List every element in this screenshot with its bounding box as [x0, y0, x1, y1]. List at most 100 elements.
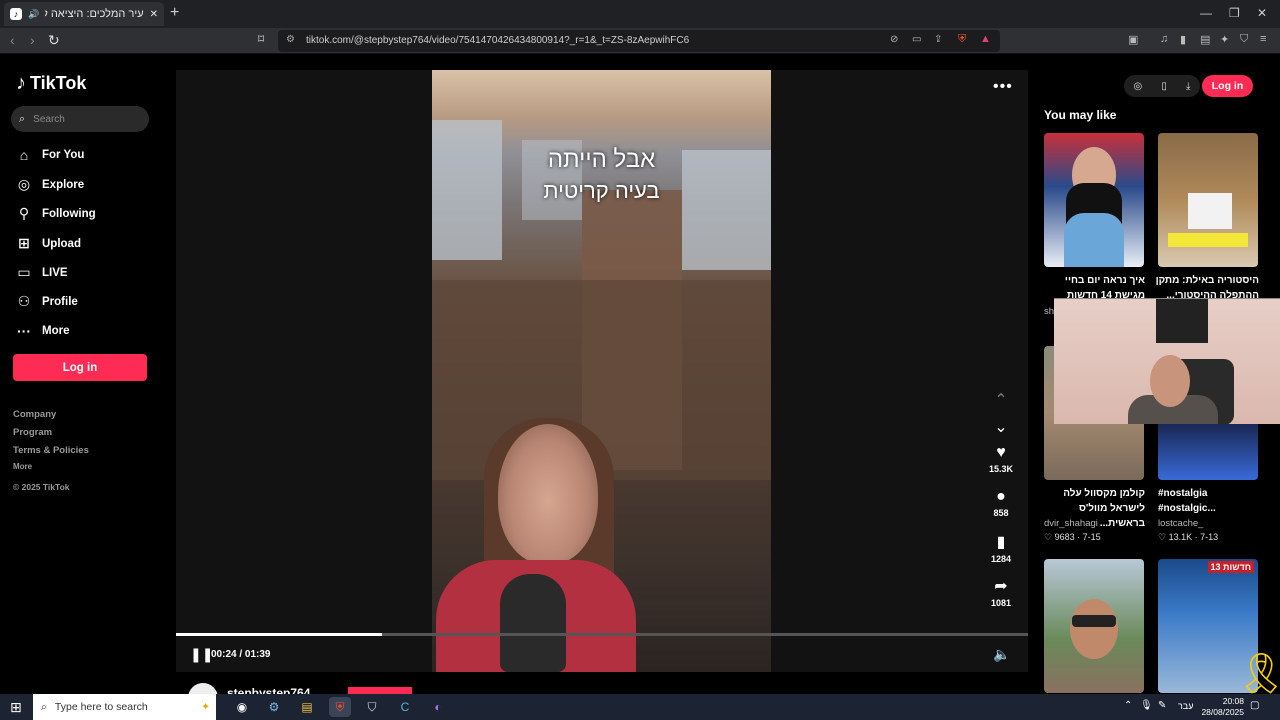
pause-icon[interactable]: ❚❚: [190, 646, 213, 663]
footer-more[interactable]: More: [13, 462, 32, 471]
share-icon[interactable]: ⇪: [934, 34, 942, 45]
brave-shield-icon[interactable]: ⛨: [958, 33, 966, 46]
menu-icon[interactable]: ≡: [1260, 33, 1266, 45]
footer-program[interactable]: Program: [13, 427, 52, 438]
brave-app-icon[interactable]: ⛨: [329, 697, 351, 717]
language-indicator[interactable]: עבר: [1178, 701, 1193, 711]
discord-app-icon[interactable]: ◐: [427, 697, 449, 717]
card-author-3[interactable]: dvir_shahagi: [1044, 518, 1098, 529]
nav-for-you[interactable]: ⌂ For You: [16, 147, 85, 163]
card-author-1[interactable]: sh: [1044, 306, 1054, 317]
share-count: 1081: [990, 598, 1012, 608]
music-icon[interactable]: ♫: [1160, 33, 1168, 45]
microphone-icon[interactable]: 🎙: [1140, 700, 1153, 711]
back-icon[interactable]: ‹: [10, 32, 15, 48]
file-explorer-icon[interactable]: ▤: [296, 697, 318, 717]
shield-app-icon[interactable]: ⛉: [361, 697, 383, 717]
taskbar-search-placeholder: Type here to search: [54, 701, 148, 713]
share-arrow-icon: ➦: [994, 578, 1008, 595]
clock-time: 20:08: [1222, 696, 1244, 706]
more-options-icon[interactable]: •••: [993, 78, 1013, 96]
steam-app-icon[interactable]: ⚙: [263, 697, 285, 717]
recommended-thumbnail-2[interactable]: [1158, 133, 1258, 267]
live-icon: ▭: [17, 264, 31, 280]
footer-copyright: © 2025 TikTok: [13, 482, 70, 492]
sparkle-icon: ✦: [201, 701, 210, 713]
playback-time: 00:24 / 01:39: [211, 649, 271, 660]
search-input[interactable]: ⌕ Search: [11, 106, 149, 132]
new-tab-button[interactable]: +: [170, 4, 179, 22]
volume-icon[interactable]: 🔈: [993, 646, 1010, 663]
chevron-up-icon[interactable]: ⌃: [1124, 700, 1132, 711]
wallet2-icon[interactable]: ▤: [1200, 33, 1210, 46]
nav-more[interactable]: ··· More: [16, 323, 69, 339]
progress-fill: [176, 633, 383, 636]
recommended-thumbnail-1[interactable]: [1044, 133, 1144, 267]
login-button-top[interactable]: Log in: [1202, 75, 1253, 97]
card-stats-3: ♡ 9683 · 7-15: [1044, 532, 1101, 542]
address-toolbar: ‹ › ↻ ⌑ ⚙ tiktok.com/@stepbystep764/vide…: [0, 28, 1280, 54]
download-icon[interactable]: ⤓: [1186, 81, 1190, 92]
sidebar-icon[interactable]: ▮: [1180, 33, 1186, 46]
bookmark-icon[interactable]: ⌑: [258, 32, 264, 46]
man-face: [1070, 599, 1118, 659]
url-field[interactable]: ⚙ tiktok.com/@stepbystep764/video/754147…: [278, 30, 1000, 52]
close-tab-icon[interactable]: ✕: [150, 9, 158, 20]
yellow-ribbon-icon: 🎗: [1236, 652, 1280, 696]
share-button[interactable]: ➦ 1081: [984, 576, 1018, 608]
minimize-button[interactable]: —: [1200, 6, 1212, 20]
cast-icon[interactable]: ▭: [912, 34, 921, 45]
card-title-4[interactable]: #nostalgia #nostalgic...: [1158, 486, 1263, 516]
next-video-button[interactable]: ⌄: [984, 417, 1018, 437]
close-window-button[interactable]: ✕: [1257, 6, 1267, 20]
taskbar-search-input[interactable]: ⌕ Type here to search ✦: [33, 694, 216, 720]
upload-icon: ⊞: [18, 235, 30, 251]
windows-taskbar: ⊞ ⌕ Type here to search ✦ ◉ ⚙ ▤ ⛨ ⛉ C ◐ …: [0, 694, 1280, 720]
sunglasses-icon: [1072, 615, 1116, 627]
pen-icon[interactable]: ✎: [1158, 700, 1166, 711]
leo-icon[interactable]: ✦: [1220, 33, 1229, 46]
login-button-sidebar[interactable]: Log in: [13, 354, 147, 381]
acoustic-panel: [1156, 299, 1208, 343]
recommended-thumbnail-5[interactable]: [1044, 559, 1144, 693]
logo-text: TikTok: [30, 73, 87, 93]
site-info-icon[interactable]: ⚙: [286, 34, 295, 45]
save-count: 1284: [990, 554, 1012, 564]
notification-icon[interactable]: ▢: [1250, 700, 1259, 711]
forward-icon[interactable]: ›: [30, 32, 35, 48]
brave-rewards-icon[interactable]: ▲: [980, 33, 991, 45]
coins-icon[interactable]: ◎: [1134, 81, 1143, 92]
device-icon[interactable]: ▯: [1161, 81, 1167, 92]
speaker-icon[interactable]: 🔊: [28, 9, 39, 20]
browser-tab-bar: ♪ 🔊 עיר המלכים: היציאה לעתיד ב: ✕ + — ❐ …: [0, 0, 1280, 28]
restore-button[interactable]: ❐: [1229, 6, 1240, 20]
bookmark-icon: ▮: [996, 534, 1006, 551]
card-author-4[interactable]: lostcache_: [1158, 518, 1203, 529]
url-text: tiktok.com/@stepbystep764/video/75414704…: [306, 35, 690, 46]
save-button[interactable]: ▮ 1284: [984, 532, 1018, 564]
windows-start-icon[interactable]: ⊞: [10, 699, 22, 716]
nav-profile[interactable]: ⚇ Profile: [16, 293, 78, 310]
news-channel-badge: חדשות 13: [1207, 561, 1254, 573]
nav-live[interactable]: ▭ LIVE: [16, 264, 67, 281]
obs-app-icon[interactable]: ◉: [231, 697, 253, 717]
nav-explore[interactable]: ◎ Explore: [16, 176, 84, 193]
no-tracking-icon[interactable]: ⊘: [890, 34, 898, 45]
footer-terms[interactable]: Terms & Policies: [13, 445, 89, 456]
previous-video-button[interactable]: ⌃: [984, 390, 1018, 410]
nav-following[interactable]: ⚲ Following: [16, 205, 96, 222]
vpn-icon[interactable]: ⛉: [1240, 33, 1248, 46]
like-button[interactable]: ♥ 15.3K: [984, 444, 1018, 474]
comment-button[interactable]: ● 858: [984, 488, 1018, 518]
footer-company[interactable]: Company: [13, 409, 56, 420]
browser-tab[interactable]: ♪ 🔊 עיר המלכים: היציאה לעתיד ב: ✕: [4, 2, 164, 26]
taskbar-clock[interactable]: 20:08 28/08/2025: [1200, 696, 1244, 718]
reload-icon[interactable]: ↻: [48, 32, 60, 49]
presenter-face: [498, 424, 598, 564]
tiktok-logo[interactable]: ♪ TikTok: [16, 72, 86, 95]
wallet-icon[interactable]: ▣: [1128, 33, 1138, 46]
streamer-webcam-overlay: [1054, 298, 1280, 424]
nav-upload[interactable]: ⊞ Upload: [16, 235, 81, 252]
app-c-icon[interactable]: C: [394, 697, 416, 717]
tab-title: עיר המלכים: היציאה לעתיד ב:: [45, 8, 144, 20]
